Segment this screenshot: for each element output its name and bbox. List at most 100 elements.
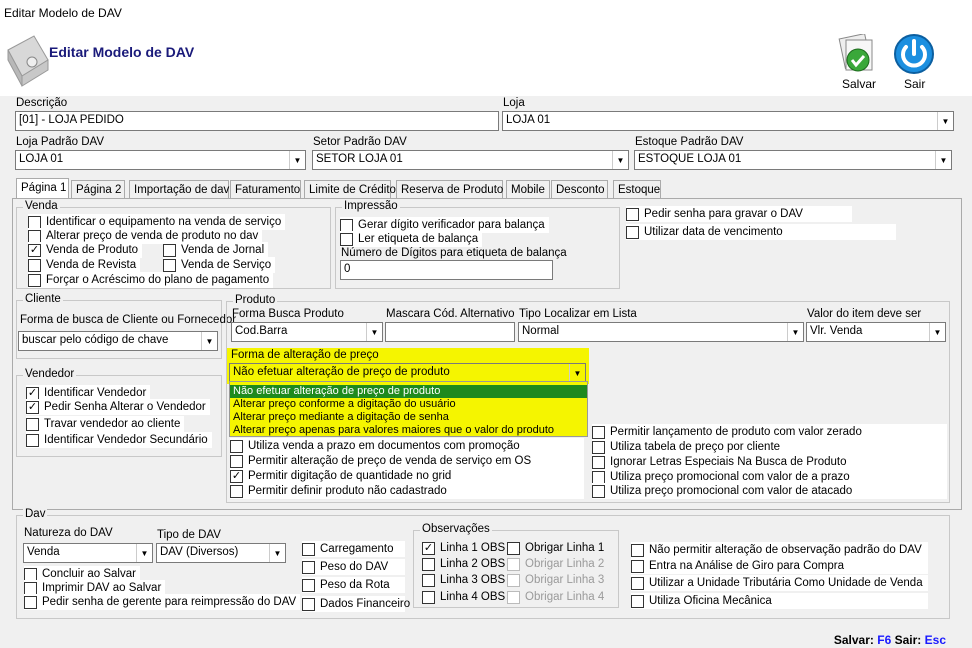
dav-right-checkbox[interactable]: Não permitir alteração de observação pad… bbox=[631, 542, 928, 558]
checkbox-box[interactable]: ✓ bbox=[28, 243, 41, 257]
obs-line-checkbox[interactable]: Linha 3 OBS bbox=[422, 572, 505, 588]
produto-checkbox[interactable]: Ignorar Letras Especiais Na Busca de Pro… bbox=[592, 454, 947, 470]
checkbox-box[interactable]: ✓ bbox=[26, 386, 39, 400]
tab-mobile[interactable]: Mobile bbox=[506, 180, 550, 199]
obs-line-checkbox[interactable]: Linha 4 OBS bbox=[422, 589, 505, 605]
tab-pagina-1[interactable]: Página 1 bbox=[16, 178, 69, 199]
checkbox-box[interactable] bbox=[302, 560, 315, 574]
tab-estoque[interactable]: Estoque bbox=[613, 180, 661, 199]
chevron-down-icon[interactable]: ▼ bbox=[269, 544, 285, 562]
checkbox-box[interactable] bbox=[302, 578, 315, 592]
checkbox-box[interactable] bbox=[592, 425, 605, 439]
checkbox-box[interactable] bbox=[163, 243, 176, 257]
loja-select[interactable]: LOJA 01 ▼ bbox=[502, 111, 954, 131]
produto-checkbox[interactable]: Utiliza venda a prazo em documentos com … bbox=[230, 438, 584, 454]
produto-checkbox[interactable]: Permitir alteração de preço de venda de … bbox=[230, 453, 584, 469]
checkbox-box[interactable] bbox=[422, 557, 435, 571]
digitos-input[interactable]: 0 bbox=[340, 260, 553, 280]
checkbox-box[interactable] bbox=[631, 576, 644, 590]
chevron-down-icon[interactable]: ▼ bbox=[929, 323, 945, 341]
checkbox-box[interactable] bbox=[340, 232, 353, 246]
dav-right-checkbox[interactable]: Utiliza Oficina Mecânica bbox=[631, 593, 928, 609]
dav-mid-checkbox[interactable]: Peso do DAV bbox=[302, 559, 405, 575]
impressao-checkbox[interactable]: Ler etiqueta de balança bbox=[340, 231, 483, 247]
dav-mid-checkbox[interactable]: Peso da Rota bbox=[302, 577, 405, 593]
dav-right-checkbox[interactable]: Entra na Análise de Giro para Compra bbox=[631, 558, 928, 574]
chevron-down-icon[interactable]: ▼ bbox=[612, 151, 628, 169]
venda-checkbox[interactable]: ✓ Venda de Produto bbox=[28, 242, 143, 258]
chevron-down-icon[interactable]: ▼ bbox=[136, 544, 152, 562]
checkbox-box[interactable]: ✓ bbox=[26, 400, 39, 414]
chevron-down-icon[interactable]: ▼ bbox=[366, 323, 382, 341]
pedir-senha-gravar-checkbox[interactable]: Pedir senha para gravar o DAV bbox=[626, 206, 852, 222]
checkbox-box[interactable] bbox=[592, 440, 605, 454]
descricao-input[interactable]: [01] - LOJA PEDIDO bbox=[15, 111, 499, 131]
checkbox-box[interactable] bbox=[340, 218, 353, 232]
chevron-down-icon[interactable]: ▼ bbox=[937, 112, 953, 130]
vendedor-checkbox[interactable]: Identificar Vendedor Secundário bbox=[26, 432, 212, 448]
checkbox-box[interactable] bbox=[302, 597, 315, 611]
data-vencimento-checkbox[interactable]: Utilizar data de vencimento bbox=[626, 224, 896, 240]
checkbox-box[interactable] bbox=[592, 470, 605, 484]
produto-checkbox[interactable]: Utiliza tabela de preço por cliente bbox=[592, 439, 947, 455]
chevron-down-icon[interactable]: ▼ bbox=[935, 151, 951, 169]
checkbox-box[interactable] bbox=[592, 484, 605, 498]
vendedor-checkbox[interactable]: Travar vendedor ao cliente bbox=[26, 416, 185, 432]
checkbox-box[interactable] bbox=[631, 559, 644, 573]
checkbox-box[interactable] bbox=[24, 567, 37, 581]
venda-checkbox[interactable]: Forçar o Acréscimo do plano de pagamento bbox=[28, 272, 274, 288]
venda-checkbox[interactable]: Venda de Revista bbox=[28, 257, 141, 273]
chevron-down-icon[interactable]: ▼ bbox=[787, 323, 803, 341]
checkbox-box[interactable] bbox=[26, 433, 39, 447]
tab-reserva-produto[interactable]: Reserva de Produto bbox=[396, 180, 503, 199]
cliente-busca-select[interactable]: buscar pelo código de chave ▼ bbox=[18, 331, 218, 351]
checkbox-box[interactable] bbox=[626, 207, 639, 221]
estoque-select[interactable]: ESTOQUE LOJA 01 ▼ bbox=[634, 150, 952, 170]
produto-checkbox[interactable]: ✓ Permitir digitação de quantidade no gri… bbox=[230, 468, 584, 484]
tab-importacao[interactable]: Importação de dav bbox=[129, 180, 229, 199]
dropdown-option[interactable]: Alterar preço conforme a digitação do us… bbox=[230, 398, 587, 411]
obrigar-line-checkbox[interactable]: Obrigar Linha 1 bbox=[507, 540, 604, 556]
checkbox-box[interactable] bbox=[626, 225, 639, 239]
alteracao-select[interactable]: Não efetuar alteração de preço de produt… bbox=[229, 363, 586, 383]
dav-checkbox[interactable]: Pedir senha de gerente para reimpressão … bbox=[24, 594, 301, 610]
dav-mid-checkbox[interactable]: Carregamento bbox=[302, 541, 405, 557]
checkbox-box[interactable] bbox=[507, 541, 520, 555]
venda-checkbox[interactable]: Venda de Serviço bbox=[163, 257, 276, 273]
checkbox-box[interactable] bbox=[28, 229, 41, 243]
vendedor-checkbox[interactable]: ✓ Pedir Senha Alterar o Vendedor bbox=[26, 399, 210, 415]
produto-checkbox[interactable]: Utiliza preço promocional com valor de a… bbox=[592, 483, 947, 499]
checkbox-box[interactable] bbox=[163, 258, 176, 272]
tab-pagina-2[interactable]: Página 2 bbox=[71, 180, 125, 199]
checkbox-box[interactable] bbox=[230, 454, 243, 468]
forma-busca-select[interactable]: Cod.Barra ▼ bbox=[231, 322, 383, 342]
dropdown-option[interactable]: Alterar preço apenas para valores maiore… bbox=[230, 424, 587, 437]
checkbox-box[interactable]: ✓ bbox=[230, 469, 243, 483]
tipo-localizar-select[interactable]: Normal ▼ bbox=[518, 322, 804, 342]
tipo-dav-select[interactable]: DAV (Diversos) ▼ bbox=[156, 543, 286, 563]
checkbox-box[interactable] bbox=[302, 542, 315, 556]
checkbox-box[interactable] bbox=[230, 484, 243, 498]
dav-right-checkbox[interactable]: Utilizar a Unidade Tributária Como Unida… bbox=[631, 575, 928, 591]
checkbox-box[interactable] bbox=[26, 417, 39, 431]
checkbox-box[interactable] bbox=[592, 455, 605, 469]
checkbox-box[interactable] bbox=[422, 590, 435, 604]
dropdown-option[interactable]: Alterar preço mediante a digitação de se… bbox=[230, 411, 587, 424]
chevron-down-icon[interactable]: ▼ bbox=[569, 364, 585, 382]
loja-padrao-select[interactable]: LOJA 01 ▼ bbox=[15, 150, 306, 170]
checkbox-box[interactable] bbox=[24, 581, 37, 595]
checkbox-box[interactable] bbox=[28, 273, 41, 287]
tab-faturamento[interactable]: Faturamento bbox=[230, 180, 301, 199]
valor-item-select[interactable]: Vlr. Venda ▼ bbox=[806, 322, 946, 342]
chevron-down-icon[interactable]: ▼ bbox=[289, 151, 305, 169]
produto-checkbox[interactable]: Permitir lançamento de produto com valor… bbox=[592, 424, 947, 440]
venda-checkbox[interactable]: Venda de Jornal bbox=[163, 242, 269, 258]
save-button[interactable]: Salvar bbox=[832, 32, 884, 92]
tab-desconto[interactable]: Desconto bbox=[551, 180, 608, 199]
dropdown-option[interactable]: Não efetuar alteração de preço de produt… bbox=[230, 385, 587, 398]
dav-mid-checkbox[interactable]: Dados Financeiro bbox=[302, 596, 410, 612]
natureza-select[interactable]: Venda ▼ bbox=[23, 543, 153, 563]
checkbox-box[interactable] bbox=[28, 215, 41, 229]
obs-line-checkbox[interactable]: ✓ Linha 1 OBS bbox=[422, 540, 505, 556]
setor-select[interactable]: SETOR LOJA 01 ▼ bbox=[312, 150, 629, 170]
